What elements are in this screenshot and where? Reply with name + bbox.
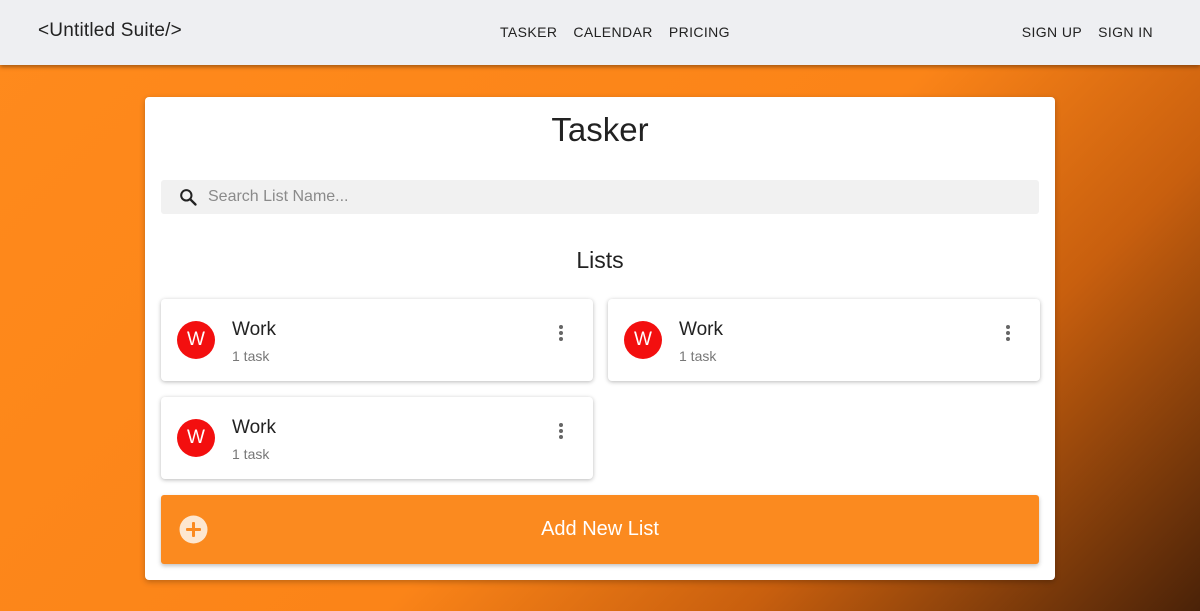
more-vert-icon[interactable] — [549, 419, 573, 443]
page-title: Tasker — [551, 111, 649, 148]
avatar: W — [177, 321, 215, 359]
nav-link-tasker[interactable]: TASKER — [500, 24, 557, 40]
list-task-count: 1 task — [232, 446, 270, 462]
sign-up-link[interactable]: SIGN UP — [1022, 24, 1082, 40]
list-name: Work — [232, 319, 276, 340]
auth-nav: SIGN UP SIGN IN — [1022, 24, 1153, 40]
search-bar[interactable] — [161, 180, 1039, 214]
main-nav: TASKER CALENDAR PRICING — [500, 24, 730, 40]
avatar: W — [624, 321, 662, 359]
list-item[interactable]: W Work 1 task — [161, 299, 593, 381]
nav-link-calendar[interactable]: CALENDAR — [573, 24, 652, 40]
add-new-list-button[interactable]: Add New List — [161, 495, 1039, 564]
list-task-count: 1 task — [679, 348, 717, 364]
search-input[interactable] — [208, 188, 1028, 206]
nav-link-pricing[interactable]: PRICING — [669, 24, 730, 40]
more-vert-icon[interactable] — [996, 321, 1020, 345]
list-name: Work — [679, 319, 723, 340]
sign-in-link[interactable]: SIGN IN — [1098, 24, 1153, 40]
brand-logo[interactable]: <Untitled Suite/> — [38, 20, 182, 42]
list-name: Work — [232, 417, 276, 438]
avatar: W — [177, 419, 215, 457]
add-new-list-label: Add New List — [541, 518, 659, 540]
tasker-panel: Tasker Lists W Work 1 task W Work 1 task… — [145, 97, 1055, 580]
list-item[interactable]: W Work 1 task — [608, 299, 1040, 381]
lists-heading: Lists — [576, 247, 624, 273]
list-task-count: 1 task — [232, 348, 270, 364]
search-icon — [177, 186, 199, 208]
list-item[interactable]: W Work 1 task — [161, 397, 593, 479]
more-vert-icon[interactable] — [549, 321, 573, 345]
top-navbar: <Untitled Suite/> TASKER CALENDAR PRICIN… — [0, 0, 1200, 65]
